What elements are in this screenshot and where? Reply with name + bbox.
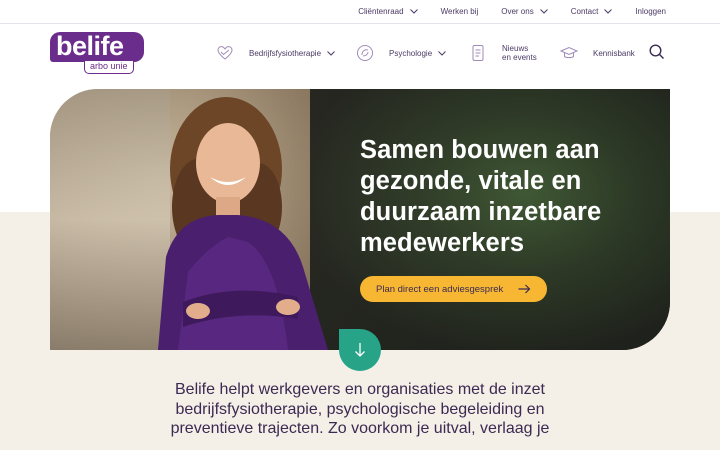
chevron-down-icon <box>409 9 418 14</box>
utility-link-label: Inloggen <box>635 7 666 16</box>
hero-person-image <box>158 97 328 350</box>
main-header: belife arbo unie Bedrijfsfysiotherapie P… <box>0 24 720 82</box>
utility-link-clientenraad[interactable]: Cliëntenraad <box>358 7 418 16</box>
search-icon <box>649 44 664 59</box>
arrow-down-icon <box>355 343 365 357</box>
utility-link-contact[interactable]: Contact <box>571 7 613 16</box>
news-icon <box>469 44 487 62</box>
nav-item-label-line2: en events <box>502 53 537 62</box>
logo-subtitle: arbo unie <box>84 61 134 74</box>
scroll-down-button[interactable] <box>339 329 381 371</box>
logo-wordmark: belife <box>50 32 144 62</box>
intro-text: Belife helpt werkgevers en organisaties … <box>170 381 550 437</box>
utility-link-inloggen[interactable]: Inloggen <box>635 7 666 16</box>
utility-link-label: Cliëntenraad <box>358 7 404 16</box>
nav-item-label: Kennisbank <box>593 48 635 58</box>
cta-label: Plan direct een adviesgesprek <box>376 283 504 295</box>
utility-link-label: Werken bij <box>440 7 479 16</box>
utility-link-label: Over ons <box>501 7 534 16</box>
plan-adviesgesprek-button[interactable]: Plan direct een adviesgesprek <box>360 276 547 302</box>
graduation-cap-icon <box>560 44 578 62</box>
chevron-down-icon <box>539 9 548 14</box>
utility-nav: Cliëntenraad Werken bij Over ons Contact… <box>0 0 720 24</box>
nav-item-nieuws-en-events[interactable]: Nieuws en events <box>469 24 537 82</box>
hero-banner: Samen bouwen aan gezonde, vitale en duur… <box>50 89 670 350</box>
nav-item-kennisbank[interactable]: Kennisbank <box>560 24 635 82</box>
nav-item-label: Nieuws en events <box>502 44 537 62</box>
nav-item-label: Bedrijfsfysiotherapie <box>249 48 322 58</box>
nav-item-label: Psychologie <box>389 48 433 58</box>
belife-logo[interactable]: belife arbo unie <box>50 32 144 74</box>
search-button[interactable] <box>648 43 666 61</box>
nav-item-bedrijfsfysiotherapie[interactable]: Bedrijfsfysiotherapie <box>216 24 335 82</box>
utility-link-label: Contact <box>570 7 599 16</box>
nav-item-psychologie[interactable]: Psychologie <box>356 24 446 82</box>
utility-link-over-ons[interactable]: Over ons <box>501 7 548 16</box>
physio-icon <box>216 44 234 62</box>
psychology-icon <box>356 44 374 62</box>
arrow-right-icon <box>518 284 531 294</box>
nav-item-label-line1: Nieuws <box>502 44 529 53</box>
chevron-down-icon <box>438 50 446 56</box>
chevron-down-icon <box>327 50 335 56</box>
hero-title: Samen bouwen aan gezonde, vitale en duur… <box>360 136 602 257</box>
utility-link-werken-bij[interactable]: Werken bij <box>441 7 479 16</box>
chevron-down-icon <box>604 9 613 14</box>
